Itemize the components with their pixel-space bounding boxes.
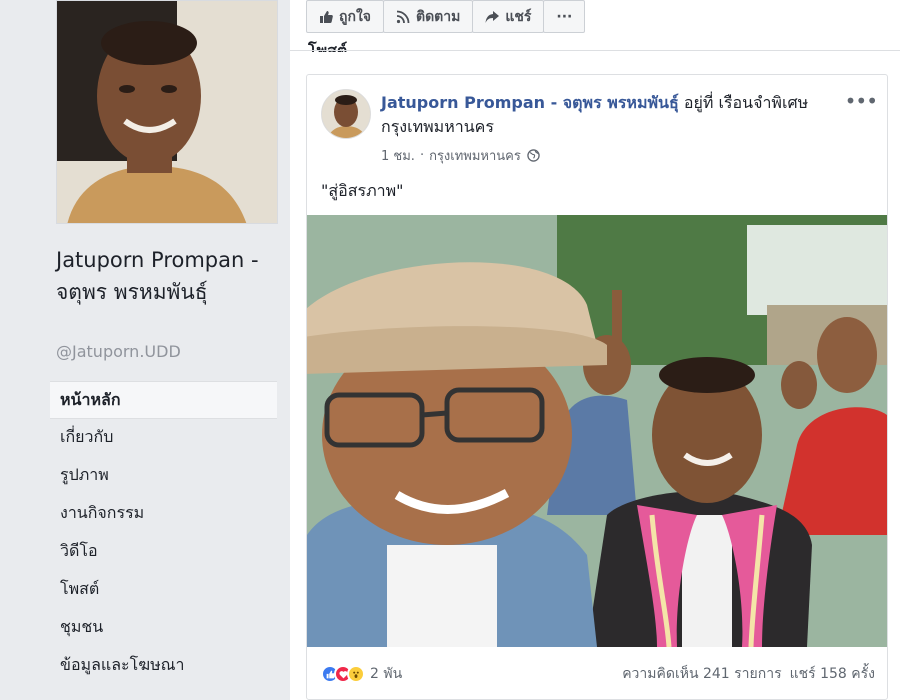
comment-count[interactable]: ความคิดเห็น 241 รายการ <box>622 663 781 685</box>
reaction-summary[interactable]: 2 พัน <box>321 663 402 685</box>
globe-icon <box>527 149 540 162</box>
rss-icon <box>396 10 410 23</box>
share-page-button[interactable]: แชร์ <box>472 0 545 33</box>
post-author-link[interactable]: Jatuporn Prompan - จตุพร พรหมพันธุ์ <box>381 93 679 112</box>
more-options-button[interactable]: ··· <box>543 0 586 33</box>
left-sidebar: Jatuporn Prompan - จตุพร พรหมพันธุ์ @Jat… <box>0 0 290 700</box>
nav-item-videos[interactable]: วิดีโอ <box>50 533 277 571</box>
thumbs-up-icon <box>320 10 333 23</box>
nav-item-home[interactable]: หน้าหลัก <box>50 381 277 419</box>
page-name[interactable]: Jatuporn Prompan - จตุพร พรหมพันธุ์ <box>56 244 276 308</box>
post-text: "สู่อิสรภาพ" <box>321 181 404 200</box>
post-header: Jatuporn Prompan - จตุพร พรหมพันธุ์ อยู่… <box>381 91 841 139</box>
post-photo[interactable] <box>307 215 887 647</box>
like-page-button[interactable]: ถูกใจ <box>306 0 384 33</box>
section-divider <box>290 50 900 51</box>
nav-item-about[interactable]: เกี่ยวกับ <box>50 419 277 457</box>
share-page-label: แชร์ <box>505 8 532 25</box>
more-options-label: ··· <box>556 8 573 25</box>
post-timestamp[interactable]: 1 ชม. <box>381 145 415 166</box>
share-count[interactable]: แชร์ 158 ครั้ง <box>790 663 875 685</box>
post-card: Jatuporn Prompan - จตุพร พรหมพันธุ์ อยู่… <box>306 74 888 700</box>
post-place[interactable]: กรุงเทพมหานคร <box>429 145 521 166</box>
nav-item-photos[interactable]: รูปภาพ <box>50 457 277 495</box>
post-meta: 1 ชม. · กรุงเทพมหานคร <box>381 145 540 166</box>
nav-item-events[interactable]: งานกิจกรรม <box>50 495 277 533</box>
nav-item-info-ads[interactable]: ข้อมูลและโฆษณา <box>50 647 277 685</box>
post-footer: 2 พัน ความคิดเห็น 241 รายการ แชร์ 158 คร… <box>321 659 875 689</box>
post-more-icon[interactable]: ••• <box>845 89 878 113</box>
nav-item-posts[interactable]: โพสต์ <box>50 571 277 609</box>
share-arrow-icon <box>485 10 500 23</box>
main-column: ถูกใจ ติดตาม แชร์ ··· โพสต์ Jatuporn Pro… <box>290 0 900 700</box>
engagement-counts: ความคิดเห็น 241 รายการ แชร์ 158 ครั้ง <box>622 663 875 685</box>
page-handle[interactable]: @Jatuporn.UDD <box>56 342 181 361</box>
reaction-count[interactable]: 2 พัน <box>370 663 402 685</box>
post-avatar[interactable] <box>321 89 371 139</box>
like-page-label: ถูกใจ <box>339 8 371 25</box>
page-action-bar: ถูกใจ ติดตาม แชร์ ··· <box>306 0 586 34</box>
follow-button[interactable]: ติดตาม <box>383 0 474 33</box>
page-nav: หน้าหลัก เกี่ยวกับ รูปภาพ งานกิจกรรม วิด… <box>50 381 277 685</box>
wow-reaction-icon <box>347 665 365 683</box>
nav-item-community[interactable]: ชุมชน <box>50 609 277 647</box>
profile-photo[interactable] <box>56 0 278 224</box>
meta-separator: · <box>419 148 425 163</box>
follow-label: ติดตาม <box>416 8 461 25</box>
